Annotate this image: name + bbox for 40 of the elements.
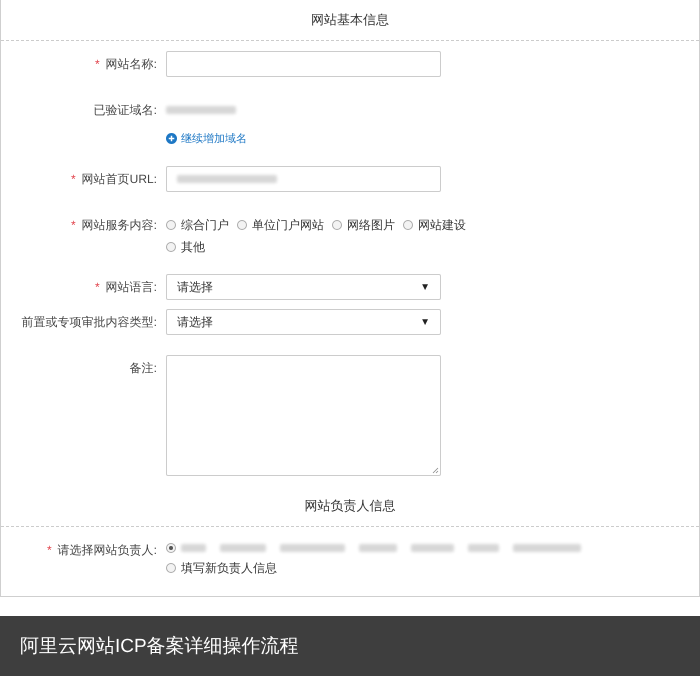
text-input[interactable] [166,51,441,77]
radio-option[interactable] [166,543,582,553]
radio-button[interactable] [403,220,413,230]
required-mark: * [70,171,76,188]
radio-option[interactable]: 综合门户 [166,218,229,232]
radio-button[interactable] [166,563,176,573]
required-mark: * [46,542,52,559]
radio-option[interactable]: 网站建设 [403,218,466,232]
select-dropdown[interactable]: 请选择 ▼ [166,309,441,335]
field-label: 网站服务内容: [82,217,157,234]
resize-grip-icon [432,467,439,474]
radio-option[interactable]: 其他 [166,240,205,254]
add-domain-link[interactable]: 继续增加域名 [166,131,247,146]
field-label: 网站语言: [106,279,157,296]
field-label: 前置或专项审批内容类型: [22,314,157,331]
required-mark: * [94,56,100,73]
radio-button[interactable] [332,220,342,230]
field-label: 已验证域名: [94,102,157,119]
field-label: 请选择网站负责人: [58,542,157,559]
required-mark: * [94,279,100,296]
field-label: 备注: [130,360,157,377]
radio-option[interactable]: 单位门户网站 [237,218,324,232]
radio-button[interactable] [166,543,176,553]
radio-button[interactable] [166,242,176,252]
section-title: 网站负责人信息 [304,497,396,515]
radio-button[interactable] [166,220,176,230]
text-input[interactable] [166,166,441,192]
field-label: 网站首页URL: [82,171,157,188]
select-dropdown[interactable]: 请选择 ▼ [166,274,441,300]
radio-button[interactable] [237,220,247,230]
plus-circle-icon [166,133,177,144]
caret-icon: ▼ [420,316,430,328]
field-label: 网站名称: [106,56,157,73]
radio-option[interactable]: 网络图片 [332,218,395,232]
remarks-textarea[interactable] [166,355,441,476]
section-title: 网站基本信息 [311,11,389,29]
required-mark: * [70,217,76,234]
caption-banner: 阿里云网站ICP备案详细操作流程 [0,616,700,676]
radio-option[interactable]: 填写新负责人信息 [166,561,277,575]
caret-icon: ▼ [420,282,430,292]
